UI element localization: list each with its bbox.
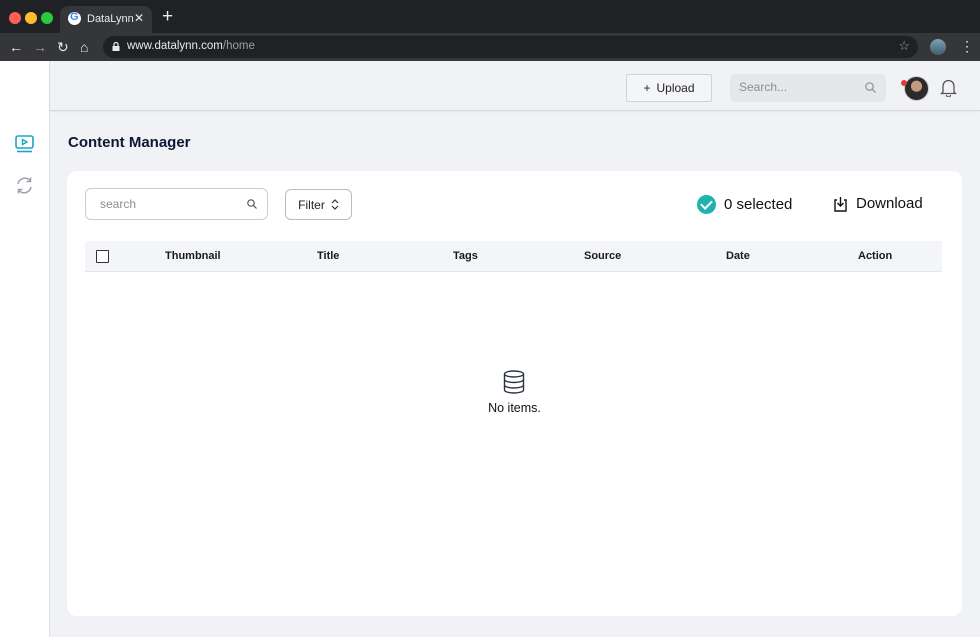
selection-status: 0 selected xyxy=(697,195,792,214)
empty-state-text: No items. xyxy=(488,401,541,415)
download-label: Download xyxy=(856,195,923,212)
url-text: www.datalynn.com/home xyxy=(127,40,255,52)
new-tab-button[interactable]: + xyxy=(162,6,173,28)
video-icon[interactable] xyxy=(15,135,34,153)
content-search-box xyxy=(85,188,268,220)
column-header-thumbnail[interactable]: Thumbnail xyxy=(165,250,221,262)
google-favicon-icon xyxy=(68,11,81,25)
home-icon[interactable]: ⌂ xyxy=(80,37,88,57)
tab-title: DataLynn xyxy=(87,13,134,25)
address-bar[interactable]: www.datalynn.com/home ☆ xyxy=(103,36,918,58)
star-icon[interactable]: ☆ xyxy=(898,38,910,54)
menu-icon[interactable]: ⋮ xyxy=(960,37,974,55)
column-header-title[interactable]: Title xyxy=(317,250,339,262)
database-icon xyxy=(503,370,525,394)
search-icon[interactable] xyxy=(865,82,876,93)
column-header-action[interactable]: Action xyxy=(858,250,892,262)
download-icon xyxy=(834,196,847,212)
bell-icon[interactable] xyxy=(940,78,957,97)
forward-icon[interactable]: → xyxy=(33,37,47,57)
plus-icon: + xyxy=(643,81,651,95)
sync-icon[interactable] xyxy=(15,176,34,195)
filter-label: Filter xyxy=(298,197,325,212)
upload-label: Upload xyxy=(656,81,695,95)
column-header-tags[interactable]: Tags xyxy=(453,250,478,262)
url-host: www.datalynn.com xyxy=(127,40,223,52)
browser-toolbar: ← → ↻ ⌂ www.datalynn.com/home ☆ xyxy=(0,33,980,61)
column-header-date[interactable]: Date xyxy=(726,250,750,262)
close-window-button[interactable] xyxy=(9,12,21,24)
select-all-checkbox[interactable] xyxy=(96,250,109,263)
browser-tab-bar: DataLynn ✕ + xyxy=(0,0,980,33)
profile-icon[interactable] xyxy=(930,39,946,55)
upload-button[interactable]: + Upload xyxy=(626,74,712,102)
column-header-source[interactable]: Source xyxy=(584,250,621,262)
content-search-input[interactable] xyxy=(100,197,240,211)
content-card: Filter 0 selected Download Thumbnail Tit… xyxy=(67,171,962,616)
selected-count: 0 selected xyxy=(724,196,793,213)
minimize-window-button[interactable] xyxy=(25,12,37,24)
tab-close-icon[interactable]: ✕ xyxy=(134,11,144,25)
browser-tab[interactable]: DataLynn ✕ xyxy=(60,6,152,33)
chevron-up-down-icon xyxy=(331,199,339,210)
download-button[interactable]: Download xyxy=(833,195,923,212)
avatar[interactable] xyxy=(904,76,929,101)
reload-icon[interactable]: ↻ xyxy=(57,37,69,57)
filter-button[interactable]: Filter xyxy=(285,189,352,220)
header-search-input[interactable] xyxy=(739,80,859,94)
header-search-box xyxy=(730,74,886,102)
maximize-window-button[interactable] xyxy=(41,12,53,24)
sidebar xyxy=(0,61,50,637)
lock-icon xyxy=(112,42,120,51)
back-icon[interactable]: ← xyxy=(9,37,23,57)
check-circle-icon xyxy=(697,195,716,214)
search-icon[interactable] xyxy=(247,199,257,209)
app-header: + Upload xyxy=(50,61,980,111)
table-header: Thumbnail Title Tags Source Date Action xyxy=(85,241,942,272)
url-path: /home xyxy=(222,40,255,52)
page-title: Content Manager xyxy=(68,134,191,151)
notification-badge xyxy=(901,80,907,86)
